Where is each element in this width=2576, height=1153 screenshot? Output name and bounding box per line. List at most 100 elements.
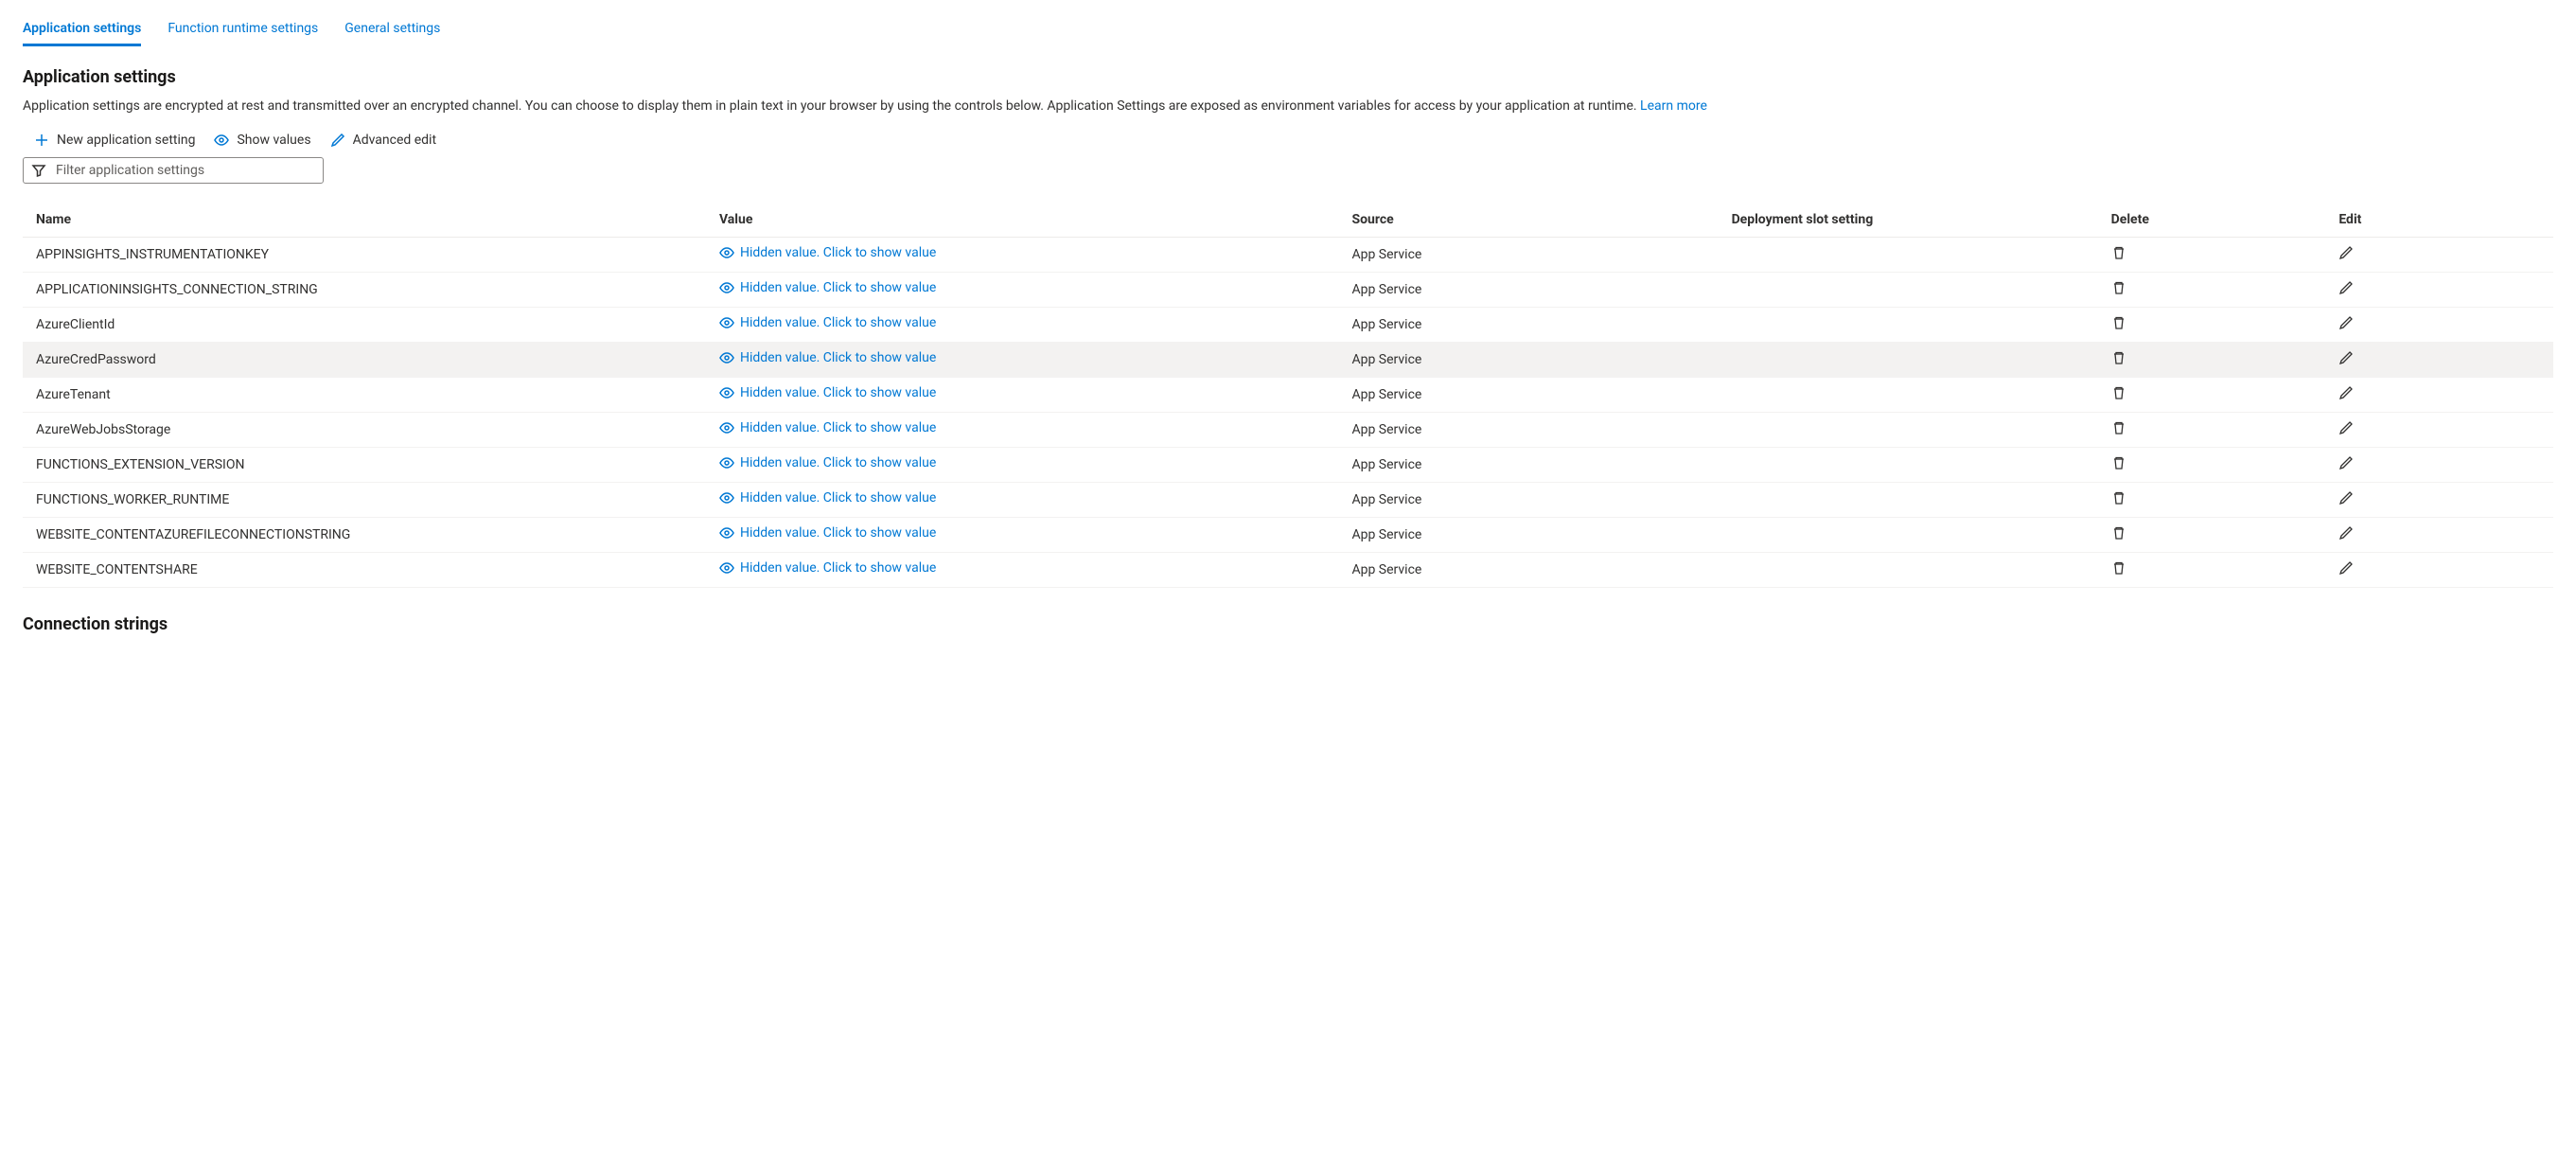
edit-button[interactable] xyxy=(2338,490,2354,506)
setting-source: App Service xyxy=(1338,273,1718,308)
hidden-value-label: Hidden value. Click to show value xyxy=(740,455,936,470)
table-row: AzureClientId Hidden value. Click to show… xyxy=(23,308,2553,343)
table-row: WEBSITE_CONTENTSHARE Hidden value. Click … xyxy=(23,553,2553,588)
table-row: FUNCTIONS_EXTENSION_VERSION Hidden value.… xyxy=(23,448,2553,483)
delete-button[interactable] xyxy=(2111,315,2126,330)
deployment-slot-cell xyxy=(1719,273,2098,308)
edit-button[interactable] xyxy=(2338,455,2354,470)
tab-general-settings[interactable]: General settings xyxy=(344,13,440,46)
header-value[interactable]: Value xyxy=(706,203,1339,238)
eye-icon xyxy=(719,350,734,365)
header-delete: Delete xyxy=(2098,203,2326,238)
hidden-value-link[interactable]: Hidden value. Click to show value xyxy=(719,245,936,260)
delete-button[interactable] xyxy=(2111,455,2126,470)
delete-button[interactable] xyxy=(2111,245,2126,260)
settings-table: Name Value Source Deployment slot settin… xyxy=(23,203,2553,588)
hidden-value-label: Hidden value. Click to show value xyxy=(740,350,936,365)
edit-button[interactable] xyxy=(2338,560,2354,576)
setting-source: App Service xyxy=(1338,448,1718,483)
trash-icon xyxy=(2111,280,2126,295)
hidden-value-link[interactable]: Hidden value. Click to show value xyxy=(719,560,936,576)
setting-name[interactable]: WEBSITE_CONTENTAZUREFILECONNECTIONSTRING xyxy=(23,518,706,553)
setting-name[interactable]: FUNCTIONS_EXTENSION_VERSION xyxy=(23,448,706,483)
new-application-setting-button[interactable]: New application setting xyxy=(34,133,195,148)
hidden-value-label: Hidden value. Click to show value xyxy=(740,525,936,541)
trash-icon xyxy=(2111,245,2126,260)
edit-button[interactable] xyxy=(2338,525,2354,541)
setting-name[interactable]: WEBSITE_CONTENTSHARE xyxy=(23,553,706,588)
setting-name[interactable]: AzureClientId xyxy=(23,308,706,343)
setting-name[interactable]: FUNCTIONS_WORKER_RUNTIME xyxy=(23,483,706,518)
eye-icon xyxy=(719,245,734,260)
show-values-label: Show values xyxy=(237,133,310,148)
pencil-icon xyxy=(330,133,345,148)
eye-icon xyxy=(719,525,734,541)
setting-name[interactable]: APPLICATIONINSIGHTS_CONNECTION_STRING xyxy=(23,273,706,308)
setting-source: App Service xyxy=(1338,413,1718,448)
table-row: AzureTenant Hidden value. Click to show v… xyxy=(23,378,2553,413)
deployment-slot-cell xyxy=(1719,483,2098,518)
table-row: APPLICATIONINSIGHTS_CONNECTION_STRING Hid… xyxy=(23,273,2553,308)
trash-icon xyxy=(2111,350,2126,365)
hidden-value-link[interactable]: Hidden value. Click to show value xyxy=(719,280,936,295)
show-values-button[interactable]: Show values xyxy=(214,133,310,148)
edit-button[interactable] xyxy=(2338,350,2354,365)
setting-source: App Service xyxy=(1338,553,1718,588)
edit-button[interactable] xyxy=(2338,245,2354,260)
header-deployment-slot[interactable]: Deployment slot setting xyxy=(1719,203,2098,238)
hidden-value-link[interactable]: Hidden value. Click to show value xyxy=(719,420,936,435)
trash-icon xyxy=(2111,455,2126,470)
edit-button[interactable] xyxy=(2338,315,2354,330)
edit-button[interactable] xyxy=(2338,420,2354,435)
deployment-slot-cell xyxy=(1719,448,2098,483)
delete-button[interactable] xyxy=(2111,385,2126,400)
learn-more-link[interactable]: Learn more xyxy=(1640,98,1707,114)
setting-name[interactable]: AzureCredPassword xyxy=(23,343,706,378)
new-application-setting-label: New application setting xyxy=(57,133,195,148)
toolbar: New application setting Show values Adva… xyxy=(34,133,2553,148)
edit-button[interactable] xyxy=(2338,385,2354,400)
delete-button[interactable] xyxy=(2111,350,2126,365)
section-description-text: Application settings are encrypted at re… xyxy=(23,98,1640,114)
deployment-slot-cell xyxy=(1719,308,2098,343)
filter-box[interactable] xyxy=(23,157,324,184)
pencil-icon xyxy=(2338,420,2354,435)
edit-button[interactable] xyxy=(2338,280,2354,295)
pencil-icon xyxy=(2338,315,2354,330)
tab-function-runtime-settings[interactable]: Function runtime settings xyxy=(168,13,318,46)
header-name[interactable]: Name xyxy=(23,203,706,238)
eye-icon xyxy=(719,490,734,506)
eye-icon xyxy=(214,133,229,148)
delete-button[interactable] xyxy=(2111,420,2126,435)
setting-source: App Service xyxy=(1338,378,1718,413)
hidden-value-link[interactable]: Hidden value. Click to show value xyxy=(719,455,936,470)
delete-button[interactable] xyxy=(2111,280,2126,295)
eye-icon xyxy=(719,385,734,400)
hidden-value-label: Hidden value. Click to show value xyxy=(740,315,936,330)
setting-name[interactable]: APPINSIGHTS_INSTRUMENTATIONKEY xyxy=(23,238,706,273)
header-source[interactable]: Source xyxy=(1338,203,1718,238)
section-description: Application settings are encrypted at re… xyxy=(23,97,2553,115)
filter-icon xyxy=(31,163,46,178)
hidden-value-link[interactable]: Hidden value. Click to show value xyxy=(719,350,936,365)
delete-button[interactable] xyxy=(2111,525,2126,541)
hidden-value-link[interactable]: Hidden value. Click to show value xyxy=(719,525,936,541)
advanced-edit-button[interactable]: Advanced edit xyxy=(330,133,436,148)
setting-name[interactable]: AzureWebJobsStorage xyxy=(23,413,706,448)
hidden-value-link[interactable]: Hidden value. Click to show value xyxy=(719,490,936,506)
hidden-value-link[interactable]: Hidden value. Click to show value xyxy=(719,315,936,330)
tab-application-settings[interactable]: Application settings xyxy=(23,13,141,46)
hidden-value-link[interactable]: Hidden value. Click to show value xyxy=(719,385,936,400)
setting-name[interactable]: AzureTenant xyxy=(23,378,706,413)
trash-icon xyxy=(2111,525,2126,541)
delete-button[interactable] xyxy=(2111,490,2126,506)
setting-source: App Service xyxy=(1338,483,1718,518)
deployment-slot-cell xyxy=(1719,238,2098,273)
table-row: AzureCredPassword Hidden value. Click to … xyxy=(23,343,2553,378)
setting-source: App Service xyxy=(1338,238,1718,273)
pencil-icon xyxy=(2338,280,2354,295)
delete-button[interactable] xyxy=(2111,560,2126,576)
tabs-bar: Application settings Function runtime se… xyxy=(23,0,2553,46)
filter-input[interactable] xyxy=(54,162,315,179)
pencil-icon xyxy=(2338,245,2354,260)
